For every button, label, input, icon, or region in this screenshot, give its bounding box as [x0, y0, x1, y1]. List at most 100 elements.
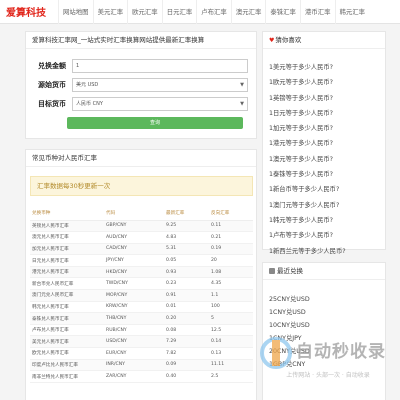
favorite-link[interactable]: 1美元等于多少人民币?	[269, 60, 352, 75]
nav-item-usd[interactable]: 美元汇率	[92, 0, 128, 24]
table-cell: 0.01	[164, 301, 209, 314]
favorite-link[interactable]: 1韩元等于多少人民币?	[269, 213, 352, 228]
table-cell: 9.25	[164, 220, 209, 233]
table-cell: 20	[209, 254, 253, 267]
table-cell[interactable]: 澳门元兑人民币汇率	[30, 289, 104, 302]
update-notice: 汇率数据每30秒更新一次	[30, 176, 253, 196]
table-cell: 0.21	[209, 231, 253, 244]
table-cell: CAD/CNY	[104, 243, 164, 256]
table-cell[interactable]: 港元兑人民币汇率	[30, 266, 104, 279]
table-cell[interactable]: 美元兑人民币汇率	[30, 335, 104, 349]
favorites-panel: ♥猜你喜欢 1美元等于多少人民币? 1欧元等于多少人民币? 1英镑等于多少人民币? 1…	[262, 31, 386, 270]
table-row: 欧元兑人民币汇率 EUR/CNY 7.82 0.13	[30, 347, 253, 360]
recent-link[interactable]: 1GBP兑CNY	[269, 358, 310, 371]
main-nav: 网站地图 美元汇率 欧元汇率 日元汇率 卢布汇率 澳元汇率 泰铢汇率 港币汇率 …	[58, 0, 369, 24]
favorite-link[interactable]: 1英镑等于多少人民币?	[269, 91, 352, 106]
table-cell[interactable]: 南非兰特兑人民币汇率	[30, 370, 104, 383]
recent-title: 最近兑换	[277, 267, 303, 275]
source-currency-value: 美元 USD	[76, 82, 99, 88]
target-currency-row: 目标货币 人民币 CNY ▼	[34, 97, 252, 111]
target-currency-select[interactable]: 人民币 CNY ▼	[72, 97, 248, 111]
favorite-link[interactable]: 1港元等于多少人民币?	[269, 136, 352, 151]
table-cell: 0.11	[209, 220, 253, 233]
table-cell: 7.82	[164, 347, 209, 360]
table-cell: 0.08	[164, 324, 209, 337]
table-cell: GBP/CNY	[104, 220, 164, 233]
table-row: 英镑兑人民币汇率 GBP/CNY 9.25 0.11	[30, 220, 253, 233]
table-cell: THB/CNY	[104, 312, 164, 325]
table-row: 卢布兑人民币汇率 RUB/CNY 0.08 12.5	[30, 324, 253, 337]
table-cell: 0.19	[209, 243, 253, 256]
rates-table-body: 英镑兑人民币汇率 GBP/CNY 9.25 0.11 澳元兑人民币汇率 AUD/CNY 4.…	[30, 220, 253, 383]
favorite-link[interactable]: 1泰铢等于多少人民币?	[269, 167, 352, 182]
table-row: 澳元兑人民币汇率 AUD/CNY 4.83 0.21	[30, 231, 253, 244]
nav-item-thb[interactable]: 泰铢汇率	[265, 0, 300, 24]
nav-item-eur[interactable]: 欧元汇率	[127, 0, 162, 24]
amount-row: 兑换金额 1	[34, 59, 252, 73]
favorite-link[interactable]: 1日元等于多少人民币?	[269, 106, 352, 121]
table-cell: RUB/CNY	[104, 324, 164, 337]
target-currency-label: 目标货币	[38, 100, 66, 108]
converter-panel: 爱算科技汇率网_一站式实时汇率换算网站提供最新汇率换算 兑换金额 1 源始货币 …	[25, 31, 257, 139]
table-cell: 12.5	[209, 324, 253, 337]
favorite-link[interactable]: 1欧元等于多少人民币?	[269, 75, 352, 90]
fire-icon	[269, 268, 275, 274]
table-cell: TWD/CNY	[104, 277, 164, 291]
table-row: 日元兑人民币汇率 JPY/CNY 0.05 20	[30, 254, 253, 267]
table-cell: 0.40	[164, 370, 209, 383]
target-currency-value: 人民币 CNY	[76, 101, 103, 107]
recent-link[interactable]: 20CNY兑USD	[269, 345, 310, 358]
amount-input[interactable]: 1	[72, 59, 248, 73]
nav-item-hkd[interactable]: 港币汇率	[299, 0, 335, 24]
table-cell[interactable]: 印度卢比兑人民币汇率	[30, 359, 104, 372]
table-cell[interactable]: 澳元兑人民币汇率	[30, 231, 104, 244]
query-button[interactable]: 查询	[67, 117, 243, 129]
nav-item-jpy[interactable]: 日元汇率	[161, 0, 197, 24]
table-cell: JPY/CNY	[104, 254, 164, 267]
table-cell[interactable]: 英镑兑人民币汇率	[30, 220, 104, 233]
recent-link[interactable]: 1CNY兑USD	[269, 306, 310, 319]
nav-item-rub[interactable]: 卢布汇率	[196, 0, 231, 24]
table-row: 印度卢比兑人民币汇率 INR/CNY 0.09 11.11	[30, 359, 253, 372]
table-cell: 0.05	[164, 254, 209, 267]
table-cell[interactable]: 日元兑人民币汇率	[30, 254, 104, 267]
table-cell: 5.31	[164, 243, 209, 256]
recent-link[interactable]: 1CNY兑JPY	[269, 332, 310, 345]
nav-item-aud[interactable]: 澳元汇率	[230, 0, 266, 24]
recent-link[interactable]: 10CNY兑USD	[269, 319, 310, 332]
favorites-heading: ♥猜你喜欢	[263, 32, 385, 49]
nav-item-krw[interactable]: 韩元汇率	[334, 0, 370, 24]
table-row: 港元兑人民币汇率 HKD/CNY 0.93 1.08	[30, 266, 253, 279]
table-row: 新台币兑人民币汇率 TWD/CNY 0.23 4.35	[30, 277, 253, 291]
favorite-link[interactable]: 1新西兰元等于多少人民币?	[269, 244, 352, 259]
column-header: 反向汇率	[209, 206, 253, 221]
table-cell[interactable]: 韩元兑人民币汇率	[30, 301, 104, 314]
favorite-link[interactable]: 1澳元等于多少人民币?	[269, 152, 352, 167]
table-cell[interactable]: 新台币兑人民币汇率	[30, 277, 104, 291]
table-header-row: 兑换币种 代码 最新汇率 反向汇率	[30, 206, 253, 221]
table-cell: MOP/CNY	[104, 289, 164, 302]
recent-link[interactable]: 25CNY兑USD	[269, 293, 310, 306]
table-row: 南非兰特兑人民币汇率 ZAR/CNY 0.40 2.5	[30, 370, 253, 383]
site-logo[interactable]: 爱算科技	[6, 4, 46, 19]
chevron-down-icon: ▼	[240, 82, 244, 88]
favorite-link[interactable]: 1卢布等于多少人民币?	[269, 228, 352, 243]
table-cell: 4.35	[209, 277, 253, 291]
favorite-link[interactable]: 1加元等于多少人民币?	[269, 121, 352, 136]
table-cell[interactable]: 泰铢兑人民币汇率	[30, 312, 104, 325]
nav-item-sitemap[interactable]: 网站地图	[58, 0, 93, 24]
rates-table: 兑换币种 代码 最新汇率 反向汇率 英镑兑人民币汇率 GBP/CNY 9.25 0.1…	[30, 206, 253, 383]
table-cell: ZAR/CNY	[104, 370, 164, 383]
table-cell[interactable]: 加元兑人民币汇率	[30, 243, 104, 256]
table-cell: 11.11	[209, 359, 253, 372]
table-cell: 0.14	[209, 335, 253, 349]
table-cell[interactable]: 卢布兑人民币汇率	[30, 324, 104, 337]
favorite-link[interactable]: 1新台币等于多少人民币?	[269, 182, 352, 197]
favorite-link[interactable]: 1澳门元等于多少人民币?	[269, 198, 352, 213]
converter-title: 爱算科技汇率网_一站式实时汇率换算网站提供最新汇率换算	[26, 32, 256, 49]
top-navbar: 爱算科技 网站地图 美元汇率 欧元汇率 日元汇率 卢布汇率 澳元汇率 泰铢汇率 …	[0, 0, 400, 24]
column-header: 兑换币种	[30, 206, 104, 221]
table-cell[interactable]: 欧元兑人民币汇率	[30, 347, 104, 360]
amount-label: 兑换金额	[38, 62, 66, 70]
source-currency-select[interactable]: 美元 USD ▼	[72, 78, 248, 92]
